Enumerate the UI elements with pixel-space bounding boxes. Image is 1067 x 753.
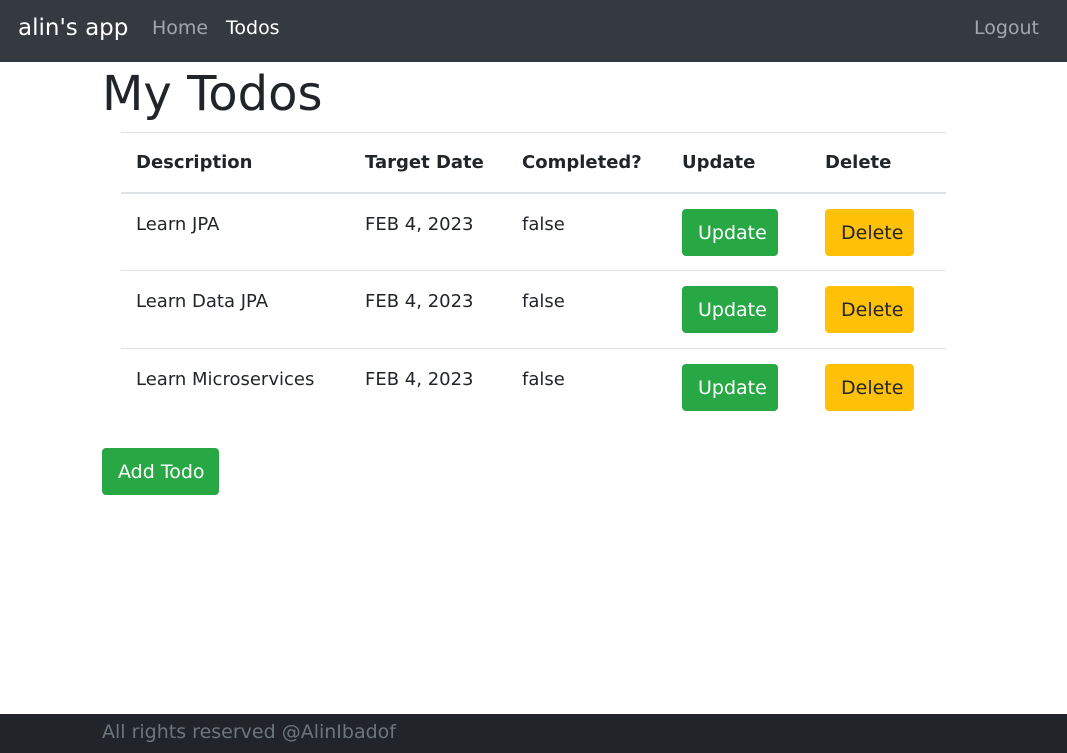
update-button[interactable]: Update [682, 208, 778, 256]
delete-cell: Delete [810, 348, 946, 427]
table-row: Learn Data JPA FEB 4, 2023 false Update … [121, 270, 946, 349]
todo-description: Learn Data JPA [121, 270, 350, 349]
update-button[interactable]: Update [682, 364, 778, 411]
page-title: My Todos [102, 66, 323, 122]
header-description: Description [121, 132, 350, 194]
update-button[interactable]: Update [682, 286, 778, 333]
logout-link[interactable]: Logout [974, 16, 1039, 40]
delete-button[interactable]: Delete [825, 286, 914, 333]
delete-button[interactable]: Delete [825, 208, 914, 256]
nav-link-todos[interactable]: Todos [226, 16, 280, 40]
todo-description: Learn Microservices [121, 348, 350, 427]
footer: All rights reserved @AlinIbadof [0, 714, 1067, 753]
table-row: Learn JPA FEB 4, 2023 false Update Delet… [121, 193, 946, 271]
delete-button[interactable]: Delete [825, 364, 914, 411]
footer-text: All rights reserved @AlinIbadof [102, 721, 396, 743]
table-header: Description Target Date Completed? Updat… [121, 132, 946, 194]
todo-completed: false [522, 213, 565, 235]
table-body: Learn JPA FEB 4, 2023 false Update Delet… [121, 193, 946, 427]
header-completed: Completed? [507, 132, 667, 194]
table-header-row: Description Target Date Completed? Updat… [121, 132, 946, 194]
update-cell: Update [667, 348, 810, 427]
navbar: alin's app Home Todos Logout [0, 0, 1067, 62]
header-target-date: Target Date [350, 132, 507, 194]
update-cell: Update [667, 193, 810, 271]
todo-target-date: FEB 4, 2023 [350, 270, 507, 349]
todos-table: Description Target Date Completed? Updat… [121, 132, 946, 427]
table-row: Learn Microservices FEB 4, 2023 false Up… [121, 348, 946, 427]
add-todo-button[interactable]: Add Todo [102, 448, 219, 495]
brand-link[interactable]: alin's app [18, 14, 128, 42]
delete-cell: Delete [810, 270, 946, 349]
todo-completed: false [507, 270, 667, 349]
todo-target-date: FEB 4, 2023 [350, 348, 507, 427]
todo-completed: false [507, 348, 667, 427]
nav-link-home[interactable]: Home [152, 16, 208, 40]
todo-description: Learn JPA [136, 213, 220, 235]
header-delete: Delete [810, 132, 946, 194]
delete-cell: Delete [810, 193, 946, 271]
todo-target-date: FEB 4, 2023 [365, 213, 474, 235]
header-update: Update [667, 132, 810, 194]
update-cell: Update [667, 270, 810, 349]
